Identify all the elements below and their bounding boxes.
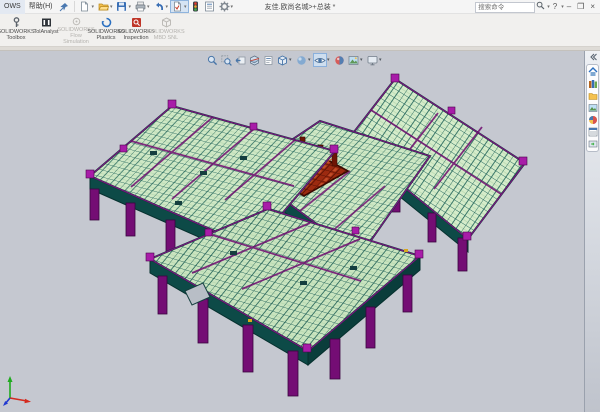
search-input[interactable] — [475, 2, 535, 13]
toolbox-button[interactable]: SOLIDWORKS Toolbox — [1, 15, 31, 46]
traffic-light-button[interactable] — [189, 0, 202, 13]
search-icon — [536, 1, 545, 10]
print-icon — [135, 1, 146, 12]
undo-icon — [154, 1, 165, 12]
reference-triad — [2, 374, 32, 406]
inspection-icon — [131, 17, 142, 28]
custom-properties-tab[interactable] — [588, 127, 598, 137]
model-canvas[interactable] — [0, 51, 584, 412]
dropdown-caret[interactable]: ▾ — [231, 4, 234, 10]
previous-view-icon — [235, 55, 246, 66]
new-document-icon — [79, 1, 90, 12]
help-button[interactable]: ? — [550, 1, 560, 13]
dropdown-caret[interactable]: ▾ — [166, 4, 169, 10]
edit-appearance-button[interactable] — [332, 53, 346, 67]
design-library-tab[interactable] — [588, 79, 598, 89]
new-document-button[interactable]: ▾ — [77, 0, 96, 13]
open-icon — [98, 1, 109, 12]
tolanalyst-icon — [41, 17, 52, 28]
undo-button[interactable]: ▾ — [152, 0, 171, 13]
view-palette-tab[interactable] — [588, 103, 598, 113]
search-button[interactable] — [535, 1, 546, 14]
file-properties-icon — [204, 1, 215, 12]
collapse-task-pane-button[interactable] — [588, 53, 597, 61]
appearances-scenes-tab[interactable] — [588, 115, 598, 125]
options-gear-icon — [219, 1, 230, 12]
zoom-to-fit-button[interactable] — [205, 53, 219, 67]
dropdown-caret[interactable]: ▾ — [110, 4, 113, 10]
home-tab[interactable] — [588, 67, 598, 77]
dropdown-caret[interactable]: ▾ — [379, 57, 384, 63]
close-button[interactable]: × — [587, 1, 598, 13]
solidworks-window: OWS 帮助(H) ▾ ▾ ▾ ▾ ▾ ▾ — [0, 0, 600, 412]
dropdown-caret[interactable]: ▾ — [91, 4, 94, 10]
file-properties-button[interactable] — [202, 0, 217, 13]
dropdown-caret[interactable]: ▾ — [184, 4, 187, 10]
apply-scene-button[interactable] — [346, 53, 360, 67]
titlebar-right-controls: ▾ ? ▾ – ❒ × — [475, 1, 598, 13]
button-label: Simulation — [63, 39, 89, 45]
button-label: Inspection — [123, 35, 148, 41]
quick-access-toolbar: ▾ ▾ ▾ ▾ ▾ ▾ ▾ — [77, 0, 235, 14]
button-label: Plastics — [97, 35, 116, 41]
previous-view-button[interactable] — [233, 53, 247, 67]
rebuild-button[interactable]: ▾ — [170, 0, 189, 13]
zoom-to-fit-icon — [207, 55, 218, 66]
save-icon — [116, 1, 127, 12]
open-button[interactable]: ▾ — [96, 0, 115, 13]
view-orientation-button[interactable] — [275, 53, 289, 67]
zoom-to-area-icon — [221, 55, 232, 66]
toolbar-separator — [74, 1, 75, 12]
dropdown-caret[interactable]: ▾ — [147, 4, 150, 10]
hide-show-items-button[interactable] — [313, 53, 327, 67]
display-style-button[interactable] — [294, 53, 308, 67]
mbd-snl-button[interactable]: SOLIDWORKS MBD SNL — [151, 15, 181, 46]
view-settings-button[interactable] — [365, 53, 379, 67]
command-manager-ribbon: SOLIDWORKS Toolbox TolAnalyst SOLIDWORKS… — [0, 14, 600, 47]
apply-scene-icon — [348, 55, 359, 66]
rebuild-icon — [172, 1, 183, 12]
solidworks-resources-tab[interactable] — [588, 139, 598, 149]
toolbox-icon — [11, 17, 22, 28]
button-label: MBD SNL — [154, 35, 178, 41]
heads-up-view-toolbar: ▾ ▾ ▾ ▾ ▾ — [205, 53, 384, 67]
graphics-viewport[interactable]: ▾ ▾ ▾ ▾ ▾ — [0, 51, 584, 412]
minimize-button[interactable]: – — [564, 1, 574, 13]
maximize-button[interactable]: ❒ — [574, 1, 587, 13]
title-bar: OWS 帮助(H) ▾ ▾ ▾ ▾ ▾ ▾ — [0, 0, 600, 14]
save-button[interactable]: ▾ — [114, 0, 133, 13]
button-label: Toolbox — [7, 35, 26, 41]
dropdown-caret[interactable]: ▾ — [128, 4, 131, 10]
menu-help[interactable]: 帮助(H) — [25, 0, 57, 14]
file-explorer-tab[interactable] — [588, 91, 598, 101]
plastics-icon — [101, 17, 112, 28]
view-settings-icon — [367, 55, 378, 66]
pin-icon[interactable] — [59, 2, 69, 12]
button-label: TolAnalyst — [33, 29, 58, 35]
annotation-view-icon — [263, 55, 274, 66]
traffic-light-icon — [191, 1, 200, 12]
flow-simulation-icon — [71, 17, 82, 26]
display-style-icon — [296, 55, 307, 66]
task-pane-bar — [584, 51, 600, 412]
annotation-view-button[interactable] — [261, 53, 275, 67]
zoom-to-area-button[interactable] — [219, 53, 233, 67]
edit-appearance-icon — [334, 55, 345, 66]
options-button[interactable]: ▾ — [217, 0, 236, 13]
mbd-snl-icon — [161, 17, 172, 28]
eye-icon — [314, 55, 326, 66]
section-view-button[interactable] — [247, 53, 261, 67]
section-view-icon — [249, 55, 260, 66]
ribbon-lower-strip — [0, 47, 600, 51]
menu-solidworks[interactable]: OWS — [0, 0, 25, 14]
task-pane-tabs — [586, 64, 599, 152]
view-orientation-icon — [277, 55, 288, 66]
print-button[interactable]: ▾ — [133, 0, 152, 13]
